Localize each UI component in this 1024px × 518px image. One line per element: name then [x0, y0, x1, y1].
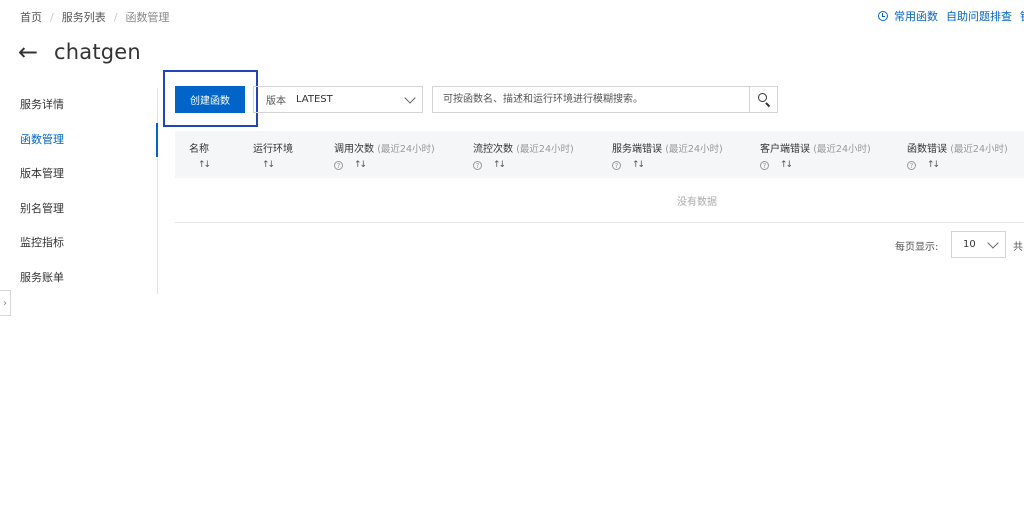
- column-header-name: 名称 ↑↓: [189, 140, 211, 170]
- column-label: 运行环境: [253, 144, 293, 155]
- help-icon[interactable]: ?: [907, 160, 916, 170]
- sort-icon[interactable]: ↑↓: [493, 160, 506, 170]
- page-size-select[interactable]: 10: [951, 231, 1006, 258]
- column-header-function-errors: 函数错误 (最近24小时) ? ↑↓: [907, 140, 1008, 170]
- breadcrumb: 首页 / 服务列表 / 函数管理: [20, 9, 169, 25]
- sort-icon[interactable]: ↑↓: [354, 160, 367, 170]
- version-value: LATEST: [296, 94, 333, 105]
- sidebar-expand-button[interactable]: ›: [0, 290, 11, 316]
- column-header-client-errors: 客户端错误 (最近24小时) ? ↑↓: [760, 140, 871, 170]
- total-label: 共: [1013, 242, 1023, 253]
- version-label: 版本: [266, 96, 286, 107]
- chevron-right-icon: ›: [3, 297, 7, 309]
- search-input[interactable]: [432, 86, 750, 113]
- chevron-down-icon: [404, 92, 416, 104]
- sort-icon[interactable]: ↑↓: [632, 160, 645, 170]
- top-links: 常用函数 自助问题排查 钉: [878, 8, 1024, 24]
- breadcrumb-service-list[interactable]: 服务列表: [62, 9, 106, 25]
- help-icon[interactable]: ?: [334, 160, 343, 170]
- help-icon[interactable]: ?: [760, 160, 769, 170]
- per-page-label: 每页显示:: [895, 242, 939, 253]
- common-functions-link[interactable]: 常用函数: [894, 8, 938, 24]
- clock-icon: [878, 11, 888, 21]
- search-icon-handle: [765, 102, 771, 108]
- search-button[interactable]: [749, 86, 778, 113]
- search-icon: [758, 93, 767, 102]
- help-icon[interactable]: ?: [473, 160, 482, 170]
- column-label: 流控次数: [473, 144, 513, 155]
- breadcrumb-home[interactable]: 首页: [20, 9, 42, 25]
- column-label: 客户端错误: [760, 144, 810, 155]
- create-function-button[interactable]: 创建函数: [175, 86, 245, 113]
- sort-icon[interactable]: ↑↓: [262, 160, 275, 170]
- more-link[interactable]: 钉: [1020, 8, 1024, 24]
- table-header: 名称 ↑↓ 运行环境 ↑↓ 调用次数 (最近24小时) ? ↑↓ 流控次数 (最近…: [175, 131, 1024, 178]
- column-sublabel: (最近24小时): [377, 144, 435, 155]
- column-header-throttles: 流控次数 (最近24小时) ? ↑↓: [473, 140, 574, 170]
- column-sublabel: (最近24小时): [516, 144, 574, 155]
- sidebar-item-monitoring-metrics[interactable]: 监控指标: [0, 226, 157, 261]
- self-troubleshoot-link[interactable]: 自助问题排查: [946, 8, 1012, 24]
- column-header-runtime: 运行环境 ↑↓: [253, 140, 293, 170]
- column-label: 名称: [189, 144, 209, 155]
- chevron-down-icon: [987, 237, 999, 249]
- sidebar: 服务详情 函数管理 版本管理 别名管理 监控指标 服务账单: [0, 88, 158, 294]
- sort-icon[interactable]: ↑↓: [927, 160, 940, 170]
- sidebar-item-service-details[interactable]: 服务详情: [0, 88, 157, 123]
- breadcrumb-current: 函数管理: [125, 11, 170, 24]
- sidebar-item-version-management[interactable]: 版本管理: [0, 157, 157, 192]
- help-icon[interactable]: ?: [612, 160, 621, 170]
- sidebar-item-alias-management[interactable]: 别名管理: [0, 192, 157, 227]
- column-sublabel: (最近24小时): [665, 144, 723, 155]
- column-header-server-errors: 服务端错误 (最近24小时) ? ↑↓: [612, 140, 723, 170]
- page: 首页 / 服务列表 / 函数管理 常用函数 自助问题排查 钉 ← chatgen…: [0, 0, 1024, 518]
- back-arrow-icon[interactable]: ←: [18, 40, 42, 64]
- column-label: 调用次数: [334, 144, 374, 155]
- column-sublabel: (最近24小时): [950, 144, 1008, 155]
- table-empty-state: 没有数据: [175, 178, 1024, 223]
- sidebar-item-service-bill[interactable]: 服务账单: [0, 261, 157, 296]
- column-sublabel: (最近24小时): [813, 144, 871, 155]
- column-header-invocations: 调用次数 (最近24小时) ? ↑↓: [334, 140, 435, 170]
- breadcrumb-separator: /: [113, 10, 118, 24]
- column-label: 函数错误: [907, 144, 947, 155]
- sort-icon[interactable]: ↑↓: [780, 160, 793, 170]
- version-select[interactable]: 版本 LATEST: [253, 86, 423, 113]
- sort-icon[interactable]: ↑↓: [198, 160, 211, 170]
- page-size-value: 10: [963, 239, 976, 250]
- page-header: ← chatgen: [18, 40, 141, 64]
- sidebar-item-function-management[interactable]: 函数管理: [0, 122, 158, 158]
- column-label: 服务端错误: [612, 144, 662, 155]
- page-title: chatgen: [54, 40, 141, 64]
- breadcrumb-separator: /: [50, 10, 54, 24]
